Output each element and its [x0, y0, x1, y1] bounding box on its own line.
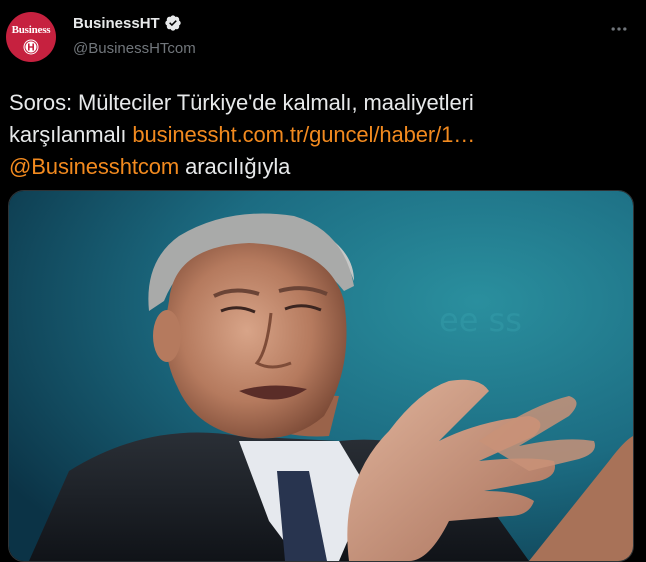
- mention-link[interactable]: @Businesshtcom: [9, 154, 179, 179]
- tweet-card[interactable]: Business BusinessHT @BusinessHTcom Soros…: [0, 0, 646, 562]
- author-handle[interactable]: @BusinessHTcom: [73, 40, 196, 57]
- svg-text:ee ss: ee ss: [439, 301, 522, 339]
- tweet-text-suffix: aracılığıyla: [179, 154, 291, 179]
- photo-of-elderly-man-gesturing: ee ss: [9, 191, 633, 561]
- more-dots-glyph: [611, 27, 627, 31]
- more-horizontal-icon[interactable]: [608, 18, 630, 40]
- author-name-row: BusinessHT: [73, 14, 182, 32]
- tweet-media-photo[interactable]: ee ss: [8, 190, 634, 562]
- article-link[interactable]: businessht.com.tr/guncel/haber/1…: [132, 122, 475, 147]
- author-display-name[interactable]: BusinessHT: [73, 15, 160, 32]
- tweet-text-line1: Soros: Mülteciler Türkiye'de kalmalı, ma…: [9, 90, 474, 115]
- verified-badge-icon: [165, 15, 181, 31]
- author-avatar[interactable]: Business: [6, 12, 56, 62]
- avatar-logo-text: Business: [11, 24, 51, 36]
- tweet-text-line2: karşılanmalı: [9, 122, 133, 147]
- tweet-text: Soros: Mülteciler Türkiye'de kalmalı, ma…: [9, 87, 634, 183]
- seal-icon: [23, 39, 39, 55]
